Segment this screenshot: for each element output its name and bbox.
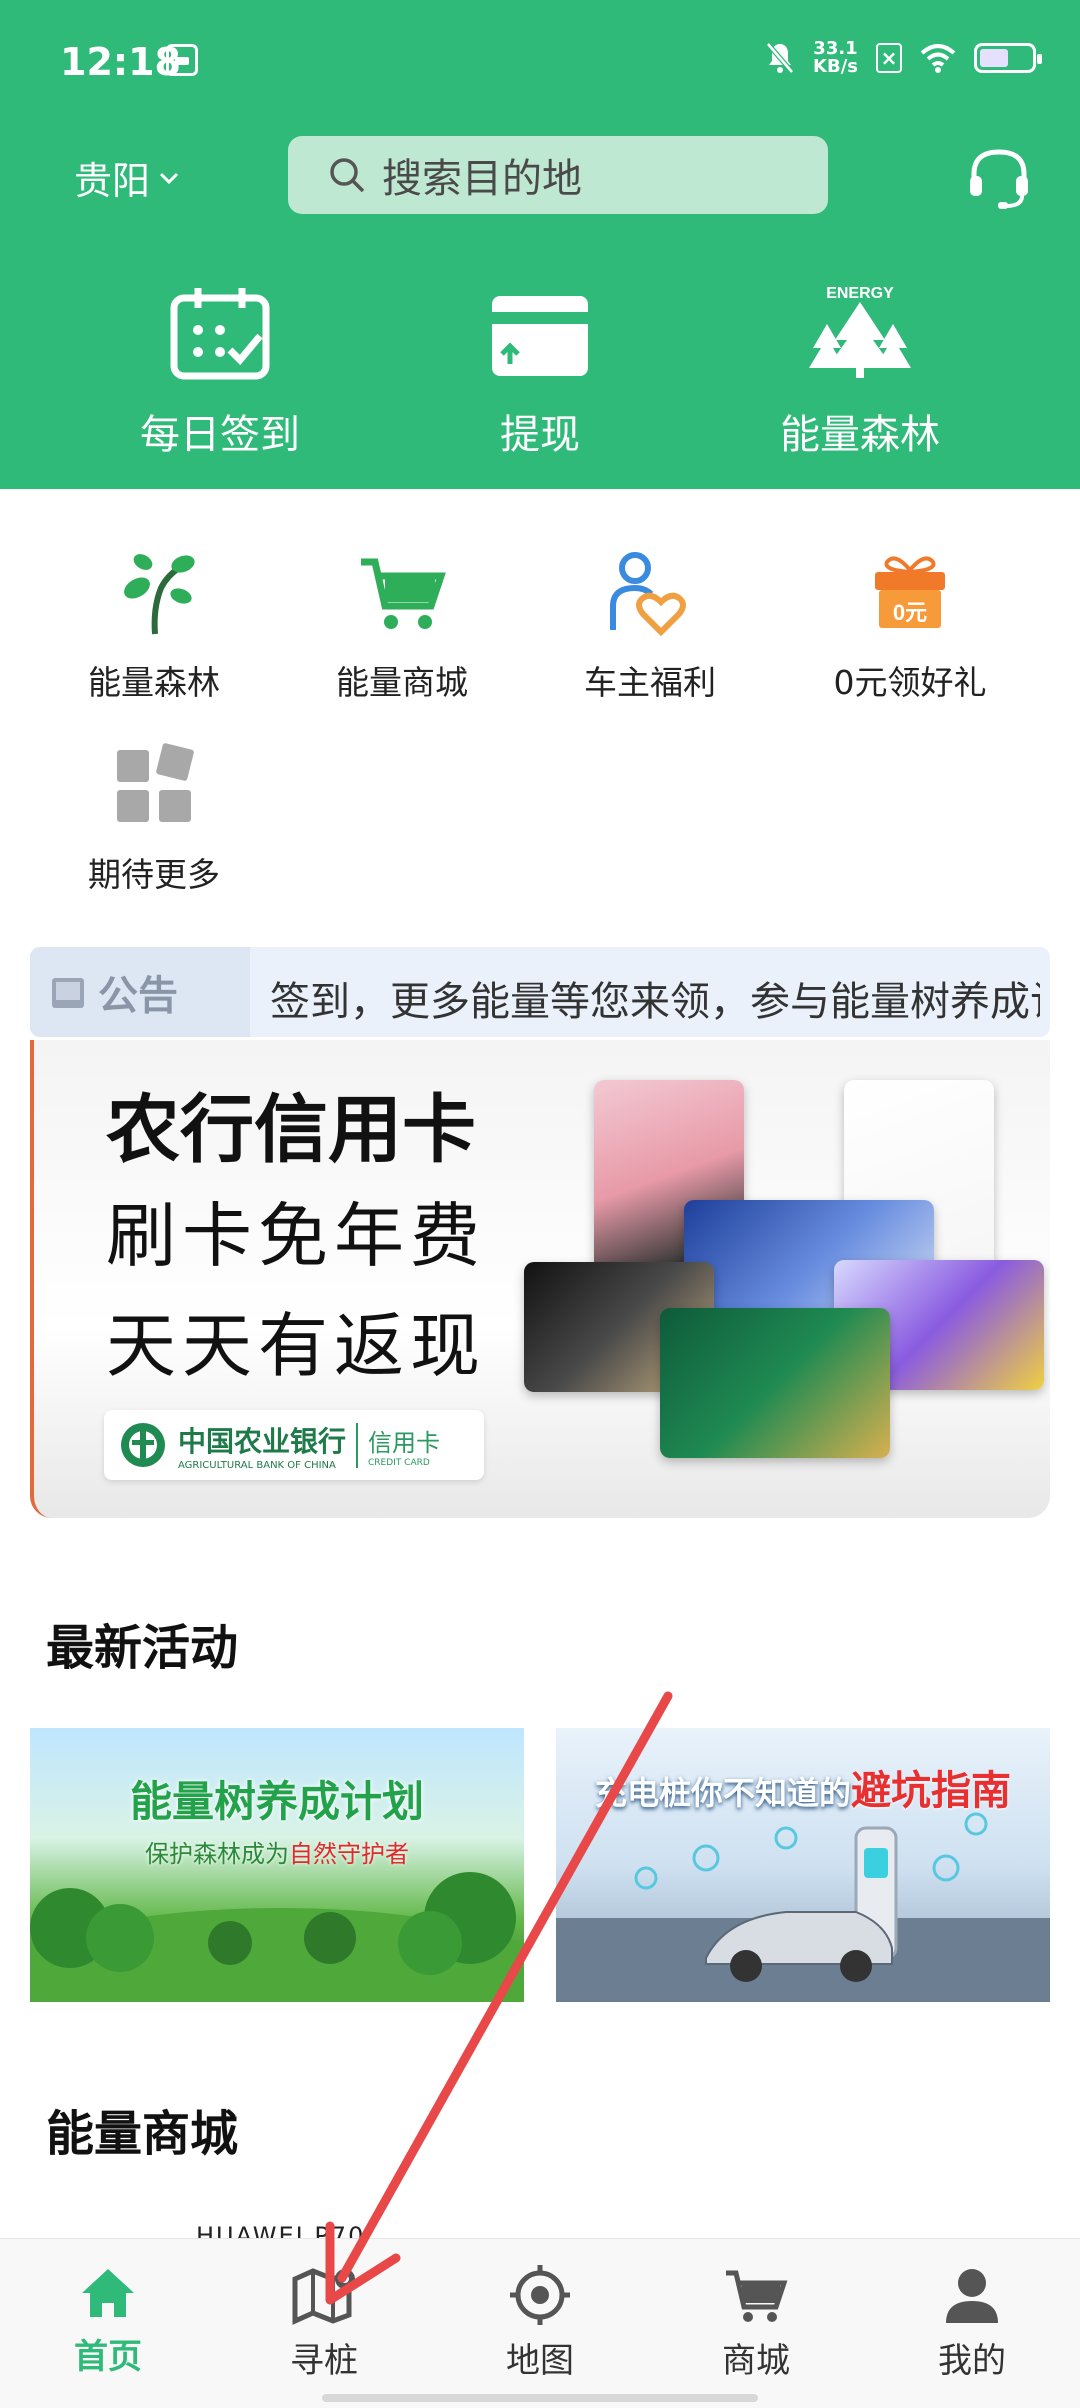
energy-badge: ENERGY: [826, 285, 894, 302]
energy-forest-icon: ENERGY: [809, 285, 911, 378]
banner-line-2: 天天有返现: [106, 1305, 486, 1387]
chevron-down-icon: [159, 172, 179, 184]
status-time: 12:18: [60, 40, 181, 84]
quick-action-label: 每日签到: [140, 412, 300, 458]
announcement-label: 公告: [98, 973, 178, 1019]
profile-icon: [946, 2269, 998, 2323]
nav-label: 我的: [938, 2341, 1006, 2381]
header: 12:18 33.1 KB/s × 贵阳 搜索目的地 每日签到 提现 ENERG…: [0, 0, 1080, 489]
section-title-mall: 能量商城: [46, 2106, 239, 2162]
abc-bank-logo-icon: [121, 1423, 165, 1467]
activity-2-title-highlight: 避坑指南: [851, 1768, 1011, 1814]
status-bar: 12:18 33.1 KB/s ×: [0, 0, 1080, 126]
card-tag-en: CREDIT CARD: [368, 1457, 430, 1468]
nav-home[interactable]: 首页: [0, 2265, 216, 2378]
find-pile-icon: [292, 2268, 355, 2325]
notification-app-icon: [166, 44, 198, 76]
forest-hill-illustration: [30, 1872, 524, 2002]
nav-map[interactable]: 地图: [432, 2265, 648, 2382]
service-owner-benefits[interactable]: 车主福利: [540, 548, 760, 704]
battery-icon: [974, 43, 1042, 73]
service-more[interactable]: 期待更多: [44, 740, 264, 896]
announcement-text: 签到，更多能量等您来领，参与能量树养成计划: [270, 979, 1040, 1025]
search-bar[interactable]: 搜索目的地: [288, 136, 828, 214]
activity-2-title: 充电桩你不知道的避坑指南: [556, 1758, 1050, 1816]
sim-off-icon: ×: [876, 43, 902, 73]
city-name: 贵阳: [74, 159, 151, 203]
cart-icon: [726, 2270, 788, 2322]
nav-profile[interactable]: 我的: [864, 2265, 1080, 2382]
quick-action-withdraw[interactable]: 提现: [390, 284, 690, 460]
service-energy-mall[interactable]: 能量商城: [292, 548, 512, 704]
card-tag: 信用卡 CREDIT CARD: [356, 1422, 441, 1468]
card-image-green: [660, 1308, 890, 1458]
card-withdraw-icon: [492, 296, 588, 376]
service-label: 能量森林: [88, 663, 220, 702]
section-title-latest: 最新活动: [46, 1620, 239, 1676]
more-grid-icon: [117, 743, 194, 822]
service-label: 能量商城: [336, 663, 468, 702]
nav-label: 首页: [74, 2337, 142, 2377]
search-placeholder: 搜索目的地: [382, 156, 582, 202]
owner-heart-icon: [610, 552, 686, 637]
service-energy-forest[interactable]: 能量森林: [44, 548, 264, 704]
announcement-icon: [52, 978, 84, 1008]
quick-action-label: 提现: [500, 412, 580, 458]
service-label: 期待更多: [88, 855, 220, 894]
promo-banner[interactable]: 农行信用卡 刷卡免年费 天天有返现 中国农业银行 AGRICULTURAL BA…: [30, 1040, 1050, 1518]
search-icon: [330, 158, 365, 193]
gift-badge: 0元: [893, 600, 927, 625]
home-indicator: [322, 2394, 758, 2402]
gift-icon: 0元: [875, 556, 945, 628]
wifi-icon: [920, 44, 956, 73]
bank-name: 中国农业银行: [178, 1424, 347, 1458]
tree-icon: [124, 554, 195, 635]
service-label: 0元领好礼: [833, 663, 987, 702]
quick-action-checkin[interactable]: 每日签到: [70, 284, 370, 460]
banner-line-1: 刷卡免年费: [106, 1195, 486, 1277]
nav-label: 寻桩: [290, 2341, 358, 2381]
net-speed: 33.1 KB/s: [813, 40, 858, 76]
cart-icon: [361, 558, 446, 629]
activity-card-charging-guide[interactable]: 充电桩你不知道的避坑指南: [556, 1728, 1050, 2002]
customer-service-icon[interactable]: [966, 146, 1032, 210]
nav-mall[interactable]: 商城: [648, 2265, 864, 2382]
announcement-tag: 公告: [30, 947, 250, 1037]
nav-label: 商城: [722, 2341, 790, 2381]
status-icons: 33.1 KB/s ×: [765, 40, 1042, 76]
card-tag-cn: 信用卡: [368, 1428, 441, 1457]
bank-name-en: AGRICULTURAL BANK OF CHINA: [178, 1459, 336, 1471]
bank-name-block: 中国农业银行 AGRICULTURAL BANK OF CHINA: [178, 1420, 346, 1471]
city-selector[interactable]: 贵阳: [74, 150, 180, 205]
banner-title: 农行信用卡: [106, 1087, 476, 1173]
calendar-check-icon: [170, 288, 270, 380]
mute-bell-icon: [766, 42, 794, 74]
map-target-icon: [510, 2265, 570, 2325]
home-icon: [82, 2269, 134, 2317]
announcement-bar[interactable]: 公告 签到，更多能量等您来领，参与能量树养成计划: [30, 947, 1050, 1037]
bank-logo: 中国农业银行 AGRICULTURAL BANK OF CHINA 信用卡 CR…: [104, 1410, 484, 1480]
activity-2-title-pre: 充电桩你不知道的: [594, 1774, 851, 1812]
quick-action-label: 能量森林: [780, 412, 940, 458]
net-speed-unit: KB/s: [813, 56, 858, 77]
service-free-gift[interactable]: 0元 0元领好礼: [800, 548, 1020, 704]
nav-label: 地图: [506, 2341, 574, 2381]
battery-level: [980, 49, 1008, 67]
quick-action-energy-forest[interactable]: ENERGY 能量森林: [710, 284, 1010, 460]
activity-card-energy-tree[interactable]: 能量树养成计划 保护森林成为自然守护者: [30, 1728, 524, 2002]
service-label: 车主福利: [584, 663, 716, 702]
nav-find-pile[interactable]: 寻桩: [216, 2265, 432, 2382]
bottom-nav: 首页 寻桩 地图 商城 我的: [0, 2238, 1080, 2408]
